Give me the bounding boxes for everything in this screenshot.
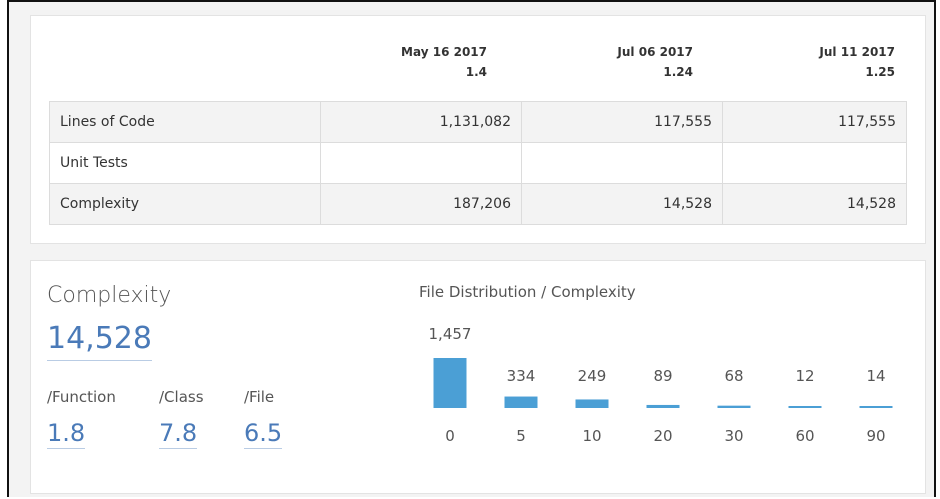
table-row: Lines of Code 1,131,082 117,555 117,555 <box>49 101 907 143</box>
table-row: Unit Tests <box>49 142 907 184</box>
bar-0[interactable] <box>433 358 467 408</box>
bar-60[interactable] <box>788 406 822 408</box>
column-version: 1.4 <box>465 65 487 79</box>
column-header-2: Jul 06 2017 1.24 <box>531 42 693 82</box>
row-label: Lines of Code <box>49 101 321 143</box>
column-version: 1.25 <box>865 65 895 79</box>
bar-5[interactable] <box>504 396 538 408</box>
bar-30[interactable] <box>717 405 751 408</box>
column-date: Jul 11 2017 <box>819 45 895 59</box>
class-value-link[interactable]: 7.8 <box>159 419 198 449</box>
bar-value-label: 68 <box>724 367 743 385</box>
history-panel: May 16 2017 1.4 Jul 06 2017 1.24 Jul 11 … <box>30 15 926 244</box>
table-cell <box>521 142 723 184</box>
complexity-title: Complexity <box>47 283 172 308</box>
column-header-1: May 16 2017 1.4 <box>331 42 487 82</box>
complexity-value-link[interactable]: 14,528 <box>47 321 152 361</box>
bar-value-label: 249 <box>578 367 607 385</box>
column-header-3: Jul 11 2017 1.25 <box>731 42 895 82</box>
column-date: May 16 2017 <box>401 45 487 59</box>
function-value-link[interactable]: 1.8 <box>47 419 86 449</box>
column-version: 1.24 <box>663 65 693 79</box>
history-table: Lines of Code 1,131,082 117,555 117,555 … <box>49 101 907 225</box>
x-tick-label: 10 <box>582 427 601 445</box>
bar-value-label: 14 <box>866 367 885 385</box>
table-cell: 14,528 <box>722 183 907 225</box>
table-cell <box>722 142 907 184</box>
bar-value-label: 1,457 <box>429 325 472 343</box>
x-tick-label: 20 <box>653 427 672 445</box>
table-cell: 187,206 <box>320 183 522 225</box>
file-label: /File <box>244 388 275 406</box>
bar-value-label: 89 <box>653 367 672 385</box>
bar-value-label: 334 <box>507 367 536 385</box>
table-cell: 14,528 <box>521 183 723 225</box>
distribution-chart: 1,457 0 334 5 249 10 89 20 68 30 12 60 14 90 <box>429 325 893 445</box>
row-label: Unit Tests <box>49 142 321 184</box>
class-label: /Class <box>159 388 204 406</box>
bar-10[interactable] <box>575 399 609 408</box>
x-tick-label: 90 <box>866 427 885 445</box>
function-label: /Function <box>47 388 116 406</box>
bar-value-label: 12 <box>795 367 814 385</box>
distribution-title: File Distribution / Complexity <box>419 283 636 301</box>
table-row: Complexity 187,206 14,528 14,528 <box>49 183 907 225</box>
file-value-link[interactable]: 6.5 <box>244 419 283 449</box>
table-cell <box>320 142 522 184</box>
complexity-panel: Complexity 14,528 /Function 1.8 /Class 7… <box>30 260 926 494</box>
row-label: Complexity <box>49 183 321 225</box>
x-tick-label: 5 <box>516 427 526 445</box>
table-cell: 117,555 <box>722 101 907 143</box>
x-tick-label: 60 <box>795 427 814 445</box>
x-tick-label: 0 <box>445 427 455 445</box>
x-tick-label: 30 <box>724 427 743 445</box>
column-date: Jul 06 2017 <box>617 45 693 59</box>
bar-20[interactable] <box>646 404 680 408</box>
table-cell: 117,555 <box>521 101 723 143</box>
table-cell: 1,131,082 <box>320 101 522 143</box>
bar-90[interactable] <box>859 406 893 408</box>
